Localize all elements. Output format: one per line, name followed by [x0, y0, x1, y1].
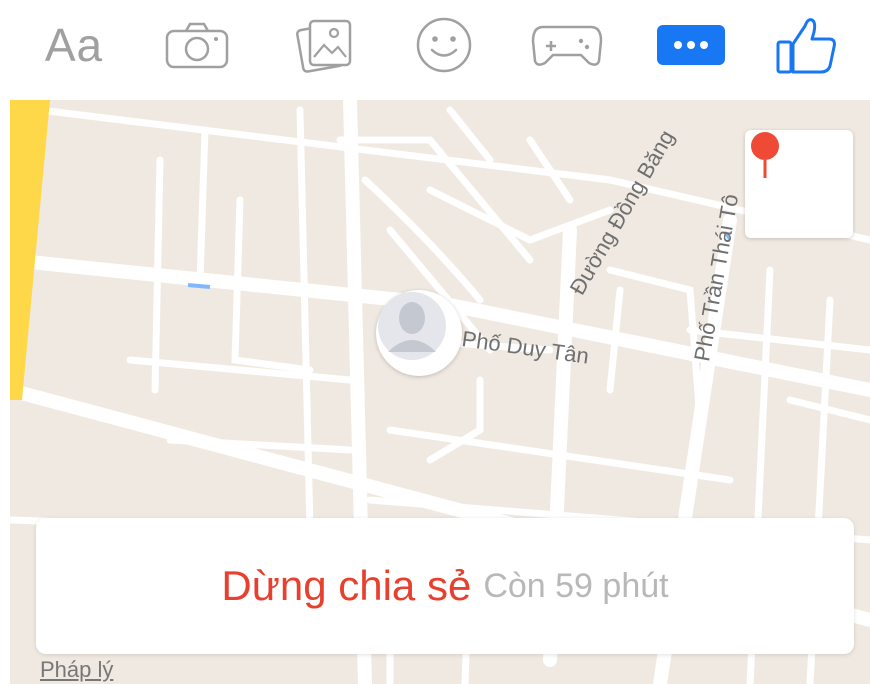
- gallery-icon: [296, 19, 352, 73]
- stop-sharing-card[interactable]: Dừng chia sẻ Còn 59 phút: [36, 518, 854, 654]
- avatar-icon: [378, 292, 446, 360]
- map-pin-icon: [751, 132, 779, 178]
- user-location-avatar[interactable]: [376, 290, 462, 376]
- drop-pin-button[interactable]: [745, 130, 853, 238]
- camera-button[interactable]: [158, 10, 236, 80]
- emoji-button[interactable]: [408, 10, 480, 80]
- gallery-button[interactable]: [286, 10, 364, 80]
- games-button[interactable]: [526, 10, 608, 80]
- thumbs-up-icon: [776, 18, 836, 74]
- composer-toolbar: Aa: [0, 0, 870, 95]
- text-format-label: Aa: [44, 19, 104, 71]
- legal-link[interactable]: Pháp lý: [40, 657, 113, 683]
- like-button[interactable]: [772, 10, 842, 80]
- text-format-button[interactable]: Aa: [38, 10, 110, 80]
- smiley-icon: [416, 17, 472, 73]
- location-map[interactable]: Phố Duy Tân Đường Đồng Băng Phố Trần Thá…: [10, 100, 870, 684]
- more-button[interactable]: [654, 10, 728, 80]
- camera-icon: [165, 22, 229, 69]
- stop-sharing-label: Dừng chia sẻ: [221, 562, 472, 609]
- gamepad-icon: [531, 25, 603, 66]
- remaining-time: Còn 59 phút: [483, 566, 669, 605]
- more-icon: [657, 25, 725, 65]
